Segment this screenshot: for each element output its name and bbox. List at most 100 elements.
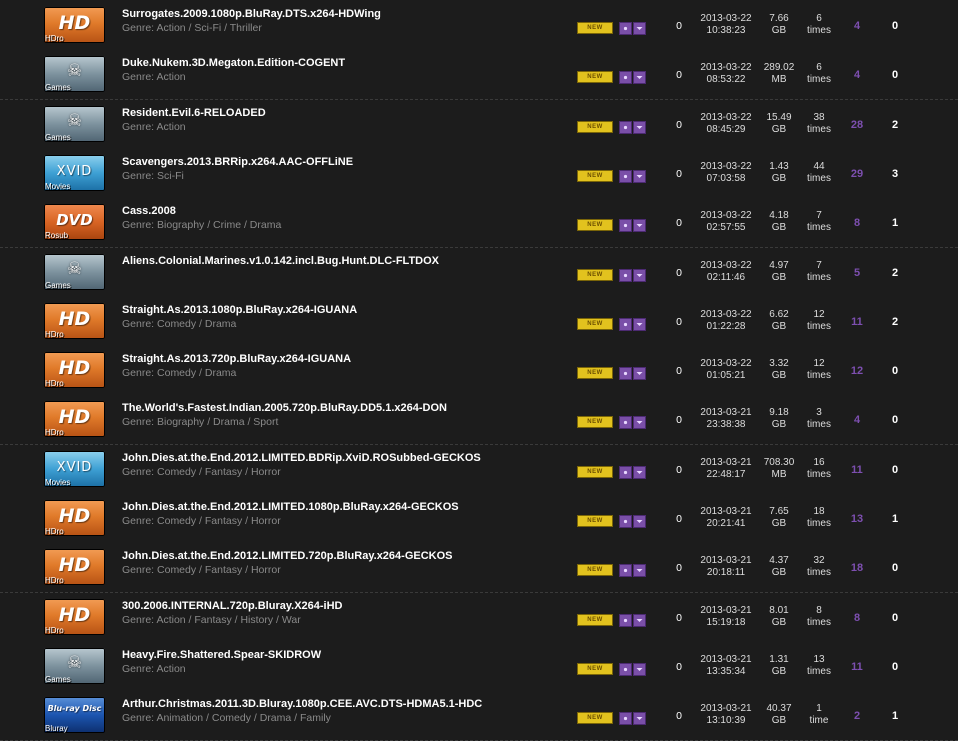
- size-value: 1.31: [769, 653, 789, 665]
- chevron-down-icon[interactable]: [633, 712, 646, 726]
- seeders-count[interactable]: 28: [843, 119, 871, 131]
- snatched-count: 6 times: [800, 62, 838, 86]
- torrent-name-link[interactable]: The.World's.Fastest.Indian.2005.720p.Blu…: [122, 402, 572, 414]
- category-icon[interactable]: ☠ Games: [44, 56, 105, 93]
- comments-count[interactable]: 0: [672, 316, 686, 328]
- download-icon[interactable]: [619, 465, 632, 479]
- download-icon[interactable]: [619, 416, 632, 430]
- download-icon[interactable]: [619, 613, 632, 627]
- chevron-down-icon[interactable]: [633, 416, 646, 430]
- chevron-down-icon[interactable]: [633, 465, 646, 479]
- chevron-down-icon[interactable]: [633, 169, 646, 183]
- download-icon[interactable]: [619, 317, 632, 331]
- category-icon[interactable]: HD HDro: [44, 549, 105, 586]
- category-icon[interactable]: HD HDro: [44, 352, 105, 389]
- torrent-row: XVID Movies Scavengers.2013.BRRip.x264.A…: [0, 148, 958, 199]
- download-icon[interactable]: [619, 564, 632, 578]
- seeders-count[interactable]: 29: [843, 168, 871, 180]
- comments-count[interactable]: 0: [672, 20, 686, 32]
- comments-count[interactable]: 0: [672, 69, 686, 81]
- seeders-count[interactable]: 11: [843, 661, 871, 673]
- seeders-count[interactable]: 4: [843, 69, 871, 81]
- comments-count[interactable]: 0: [672, 710, 686, 722]
- category-icon[interactable]: DVD Rosub: [44, 204, 105, 241]
- download-icon[interactable]: [619, 22, 632, 35]
- comments-count[interactable]: 0: [672, 414, 686, 426]
- seeders-count[interactable]: 4: [843, 414, 871, 426]
- download-icon[interactable]: [619, 169, 632, 183]
- seeders-count[interactable]: 18: [843, 562, 871, 574]
- comments-count[interactable]: 0: [672, 464, 686, 476]
- chevron-down-icon[interactable]: [633, 367, 646, 381]
- seeders-count[interactable]: 5: [843, 267, 871, 279]
- seeders-count[interactable]: 12: [843, 365, 871, 377]
- category-icon[interactable]: ☠ Games: [44, 253, 105, 290]
- category-icon[interactable]: HD HDro: [44, 302, 105, 339]
- torrent-name-link[interactable]: Surrogates.2009.1080p.BluRay.DTS.x264-HD…: [122, 8, 572, 20]
- chevron-down-icon[interactable]: [633, 219, 646, 233]
- new-badge: NEW: [577, 515, 613, 527]
- comments-count[interactable]: 0: [672, 513, 686, 525]
- seeders-count[interactable]: 8: [843, 217, 871, 229]
- leechers-count: 0: [891, 611, 899, 624]
- download-icon[interactable]: [619, 712, 632, 726]
- comments-count[interactable]: 0: [672, 217, 686, 229]
- seeders-count[interactable]: 8: [843, 612, 871, 624]
- chevron-down-icon[interactable]: [633, 317, 646, 331]
- download-icon[interactable]: [619, 219, 632, 233]
- comments-count[interactable]: 0: [672, 562, 686, 574]
- comments-count[interactable]: 0: [672, 365, 686, 377]
- torrent-size: 4.18 GB: [760, 210, 798, 234]
- category-icon[interactable]: XVID Movies: [44, 154, 105, 191]
- download-icon[interactable]: [619, 120, 632, 134]
- torrent-name-link[interactable]: Heavy.Fire.Shattered.Spear-SKIDROW: [122, 649, 572, 661]
- chevron-down-icon[interactable]: [633, 613, 646, 627]
- torrent-name-link[interactable]: John.Dies.at.the.End.2012.LIMITED.720p.B…: [122, 550, 572, 562]
- leechers-count: 1: [891, 217, 899, 230]
- comments-count[interactable]: 0: [672, 168, 686, 180]
- torrent-name-link[interactable]: John.Dies.at.the.End.2012.LIMITED.BDRip.…: [122, 452, 572, 464]
- download-icon[interactable]: [619, 515, 632, 528]
- seeders-count[interactable]: 13: [843, 513, 871, 525]
- upload-date-day: 2013-03-21: [700, 407, 752, 419]
- category-icon[interactable]: XVID Movies: [44, 450, 105, 487]
- comments-count[interactable]: 0: [672, 119, 686, 131]
- download-icon[interactable]: [619, 71, 632, 85]
- comments-count[interactable]: 0: [672, 661, 686, 673]
- seeders-count[interactable]: 11: [843, 316, 871, 328]
- torrent-name-link[interactable]: Arthur.Christmas.2011.3D.Bluray.1080p.CE…: [122, 698, 572, 710]
- chevron-down-icon[interactable]: [633, 268, 646, 282]
- category-icon[interactable]: HD HDro: [44, 7, 105, 43]
- torrent-name-link[interactable]: Straight.As.2013.720p.BluRay.x264-IGUANA: [122, 353, 572, 365]
- chevron-down-icon[interactable]: [633, 564, 646, 578]
- chevron-down-icon[interactable]: [633, 71, 646, 85]
- seeders-count[interactable]: 2: [843, 710, 871, 722]
- seeders-count[interactable]: 4: [843, 20, 871, 32]
- category-icon[interactable]: HD HDro: [44, 598, 105, 635]
- torrent-name-link[interactable]: Cass.2008: [122, 205, 572, 217]
- chevron-down-icon[interactable]: [633, 515, 646, 528]
- chevron-down-icon[interactable]: [633, 662, 646, 676]
- torrent-name-link[interactable]: Aliens.Colonial.Marines.v1.0.142.incl.Bu…: [122, 255, 572, 267]
- category-icon[interactable]: HD HDro: [44, 401, 105, 438]
- torrent-name-link[interactable]: Resident.Evil.6-RELOADED: [122, 107, 572, 119]
- torrent-name-link[interactable]: John.Dies.at.the.End.2012.LIMITED.1080p.…: [122, 501, 572, 513]
- torrent-name-link[interactable]: Scavengers.2013.BRRip.x264.AAC-OFFLiNE: [122, 156, 572, 168]
- seeders-count[interactable]: 11: [843, 464, 871, 476]
- category-icon[interactable]: Blu-ray Disc Bluray: [44, 697, 105, 734]
- torrent-name-link[interactable]: Duke.Nukem.3D.Megaton.Edition-COGENT: [122, 57, 572, 69]
- category-icon[interactable]: HD HDro: [44, 500, 105, 536]
- chevron-down-icon[interactable]: [633, 22, 646, 35]
- chevron-down-icon[interactable]: [633, 120, 646, 134]
- snatched-unit: times: [807, 616, 831, 628]
- category-icon[interactable]: ☠ Games: [44, 105, 105, 142]
- download-icon[interactable]: [619, 268, 632, 282]
- torrent-name-link[interactable]: 300.2006.INTERNAL.720p.Bluray.X264-iHD: [122, 600, 572, 612]
- download-icon[interactable]: [619, 367, 632, 381]
- torrent-name-link[interactable]: Straight.As.2013.1080p.BluRay.x264-IGUAN…: [122, 304, 572, 316]
- comments-count[interactable]: 0: [672, 267, 686, 279]
- comments-count[interactable]: 0: [672, 612, 686, 624]
- category-icon[interactable]: ☠ Games: [44, 647, 105, 684]
- torrent-genre: Genre: Comedy / Drama: [122, 317, 237, 330]
- download-icon[interactable]: [619, 662, 632, 676]
